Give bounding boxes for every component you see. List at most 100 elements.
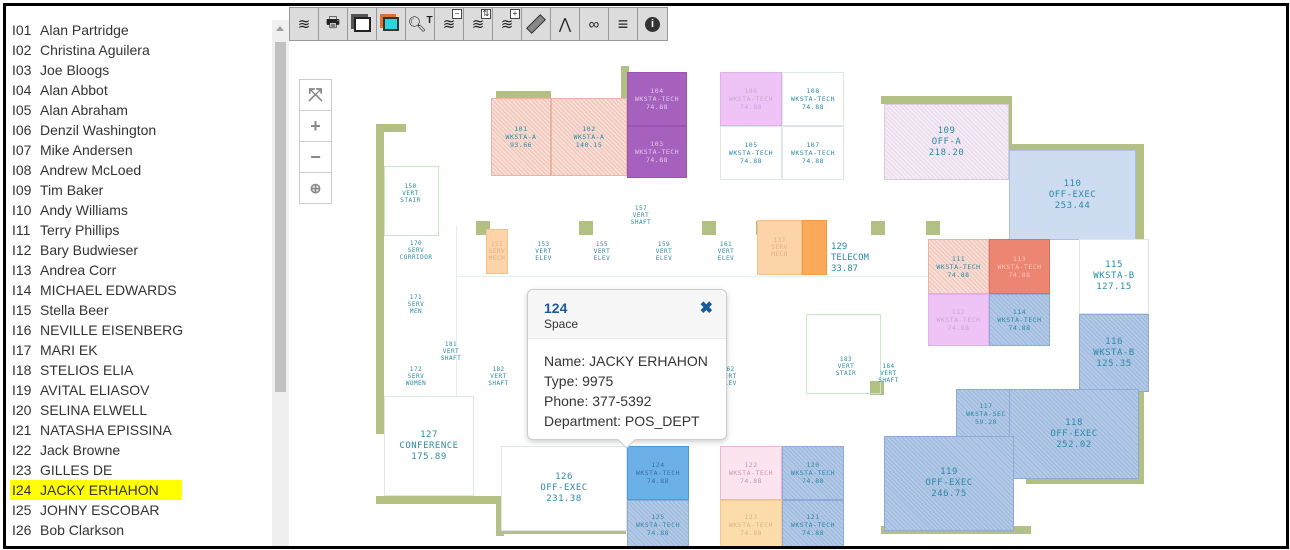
- service-space-137[interactable]: 137 SERV MECH: [757, 220, 802, 275]
- occupant-list-item[interactable]: I07 Mike Andersen: [10, 140, 133, 160]
- occupant-list-item[interactable]: I24 JACKY ERHAHON: [10, 480, 182, 500]
- service-space-159[interactable]: 159 VERT ELEV: [633, 229, 695, 274]
- floor-plan[interactable]: 101 WKSTA-A 93.66 102 WKSTA-A 140.15 104 WKSTA-…: [336, 56, 1286, 546]
- compass-button[interactable]: ⋀: [551, 8, 580, 40]
- measure-button[interactable]: [522, 8, 551, 40]
- room-125[interactable]: 125 WKSTA-TECH 74.88: [627, 500, 689, 546]
- occupant-code: I26: [12, 522, 32, 538]
- occupant-list-item[interactable]: I12 Bary Budwieser: [10, 240, 138, 260]
- layer-plus-button[interactable]: ≋ +: [493, 8, 522, 40]
- room-116[interactable]: 116 WKSTA-B 125.35: [1079, 314, 1149, 392]
- room-104[interactable]: 104 WKSTA-TECH 74.88: [627, 72, 687, 126]
- room-113[interactable]: 113 WKSTA-TECH 74.88: [989, 239, 1050, 294]
- occupant-list-item[interactable]: I14 MICHAEL EDWARDS: [10, 280, 177, 300]
- occupant-list-item[interactable]: I20 SELINA ELWELL: [10, 400, 147, 420]
- room-117[interactable]: 117 WKSTA-SEC 59.20: [956, 389, 1016, 439]
- room-108[interactable]: 108 WKSTA-TECH 74.88: [782, 72, 844, 126]
- info-button[interactable]: i: [638, 8, 667, 40]
- occupant-list-item[interactable]: I05 Alan Abraham: [10, 100, 128, 120]
- occupant-list-item[interactable]: I26 Bob Clarkson: [10, 520, 124, 540]
- print-button[interactable]: 🖶: [319, 8, 348, 40]
- zoom-out-button[interactable]: −: [300, 142, 331, 173]
- room-area: 74.88: [947, 324, 970, 332]
- service-space-152[interactable]: 152 SERV MECH: [486, 229, 508, 274]
- service-space-182[interactable]: 182 VERT SHAFT: [481, 356, 516, 396]
- occupant-list-item[interactable]: I13 Andrea Corr: [10, 260, 116, 280]
- telecom-space-fill[interactable]: [802, 220, 827, 275]
- occupant-list-item[interactable]: I02 Christina Aguilera: [10, 40, 150, 60]
- room-119[interactable]: 119 OFF-EXEC 246.75: [884, 436, 1014, 531]
- service-space-150[interactable]: 150 VERT STAIR: [388, 176, 433, 211]
- room-118[interactable]: 118 OFF-EXEC 252.02: [1009, 389, 1139, 479]
- room-124[interactable]: 124 WKSTA-TECH 74.88: [627, 446, 689, 500]
- layer-swap-button[interactable]: ≋ ⇅: [464, 8, 493, 40]
- text-search-button[interactable]: 🔍︎T: [406, 8, 435, 40]
- room-114[interactable]: 114 WKSTA-TECH 74.88: [989, 294, 1050, 346]
- layers-button[interactable]: ≋: [290, 8, 319, 40]
- occupant-list-item[interactable]: I19 AVITAL ELIASOV: [10, 380, 149, 400]
- occupant-list-item[interactable]: I16 NEVILLE EISENBERG: [10, 320, 183, 340]
- room-109[interactable]: 109 OFF-A 218.20: [884, 104, 1009, 180]
- layer-minus-button[interactable]: ≋ −: [435, 8, 464, 40]
- color-window-button[interactable]: [377, 8, 406, 40]
- room-111[interactable]: 111 WKSTA-TECH 74.88: [928, 239, 989, 294]
- occupant-list-item[interactable]: I25 JOHNY ESCOBAR: [10, 500, 160, 520]
- zoom-box-button[interactable]: ⊕: [300, 173, 331, 203]
- service-space-184[interactable]: 184 VERT SHAFT: [876, 356, 901, 391]
- room-area: 218.20: [928, 147, 965, 158]
- service-space-183[interactable]: 183 VERT STAIR: [826, 346, 866, 386]
- occupant-list-item[interactable]: I17 MARI EK: [10, 340, 98, 360]
- occupant-list-item[interactable]: I10 Andy Williams: [10, 200, 128, 220]
- room-112[interactable]: 112 WKSTA-TECH 74.88: [928, 294, 989, 346]
- service-space-155[interactable]: 155 VERT ELEV: [571, 229, 633, 274]
- zoom-in-button[interactable]: +: [300, 111, 331, 142]
- room-area: 252.02: [1056, 439, 1092, 450]
- room-107[interactable]: 107 WKSTA-TECH 74.88: [782, 126, 844, 180]
- room-105[interactable]: 105 WKSTA-TECH 74.88: [720, 126, 782, 180]
- room-id: 102: [582, 125, 596, 133]
- space-line2: MECH: [771, 251, 788, 258]
- occupant-list-item[interactable]: I03 Joe Bloogs: [10, 60, 109, 80]
- occupant-list-item[interactable]: I21 NATASHA EPISSINA: [10, 420, 172, 440]
- occupant-list-item[interactable]: I06 Denzil Washington: [10, 120, 156, 140]
- service-space-153[interactable]: 153 VERT ELEV: [516, 229, 571, 274]
- occupant-list-item[interactable]: I09 Tim Baker: [10, 180, 103, 200]
- room-110[interactable]: 110 OFF-EXEC 253.44: [1009, 150, 1136, 240]
- room-115[interactable]: 115 WKSTA-B 127.15: [1079, 239, 1149, 314]
- room-id: 124: [651, 461, 665, 469]
- occupant-list-item[interactable]: I01 Alan Partridge: [10, 20, 129, 40]
- legend-button[interactable]: ≡: [609, 8, 638, 40]
- service-space-171[interactable]: 171 SERV MEN: [381, 284, 451, 324]
- room-129-label[interactable]: 129 TELECOM 33.87: [831, 242, 869, 275]
- binoculars-button[interactable]: ∞: [580, 8, 609, 40]
- room-id: 129: [831, 242, 848, 252]
- occupant-list-item[interactable]: I08 Andrew McLoed: [10, 160, 141, 180]
- room-123[interactable]: 123 WKSTA-TECH 74.88: [720, 500, 782, 546]
- occupant-list-item[interactable]: I04 Alan Abbot: [10, 80, 108, 100]
- room-121[interactable]: 121 WKSTA-TECH 74.88: [782, 500, 844, 546]
- window-button[interactable]: [348, 8, 377, 40]
- occupant-list-item[interactable]: I15 Stella Beer: [10, 300, 108, 320]
- room-103[interactable]: 103 WKSTA-TECH 74.88: [627, 126, 687, 178]
- service-space-161[interactable]: 161 VERT ELEV: [695, 229, 757, 274]
- service-space-170[interactable]: 170 SERV CORRIDOR: [381, 236, 451, 264]
- space-line2: STAIR: [835, 369, 857, 377]
- occupant-list-item[interactable]: I22 Jack Browne: [10, 440, 120, 460]
- list-scrollbar[interactable]: [272, 20, 289, 546]
- scroll-up-arrow-icon[interactable]: [276, 26, 284, 31]
- room-102[interactable]: 102 WKSTA-A 140.15: [551, 98, 627, 176]
- occupant-list-item[interactable]: I18 STELIOS ELIA: [10, 360, 133, 380]
- room-101[interactable]: 101 WKSTA-A 93.66: [491, 98, 551, 176]
- room-127[interactable]: 127 CONFERENCE 175.89: [384, 396, 474, 496]
- close-icon[interactable]: ✖: [700, 298, 713, 318]
- occupant-list-item[interactable]: I23 GILLES DE: [10, 460, 112, 480]
- service-space-157[interactable]: 157 VERT SHAFT: [626, 201, 656, 229]
- room-120[interactable]: 120 WKSTA-TECH 74.88: [782, 446, 844, 500]
- room-106[interactable]: 106 WKSTA-TECH 74.88: [720, 72, 782, 126]
- scroll-thumb[interactable]: [275, 42, 286, 392]
- service-space-181[interactable]: 181 VERT SHAFT: [436, 331, 466, 371]
- room-126[interactable]: 126 OFF-EXEC 231.38: [501, 446, 627, 531]
- room-122[interactable]: 122 WKSTA-TECH 74.88: [720, 446, 782, 500]
- occupant-list-item[interactable]: I11 Terry Phillips: [10, 220, 119, 240]
- fit-extent-button[interactable]: ⤧: [300, 80, 331, 111]
